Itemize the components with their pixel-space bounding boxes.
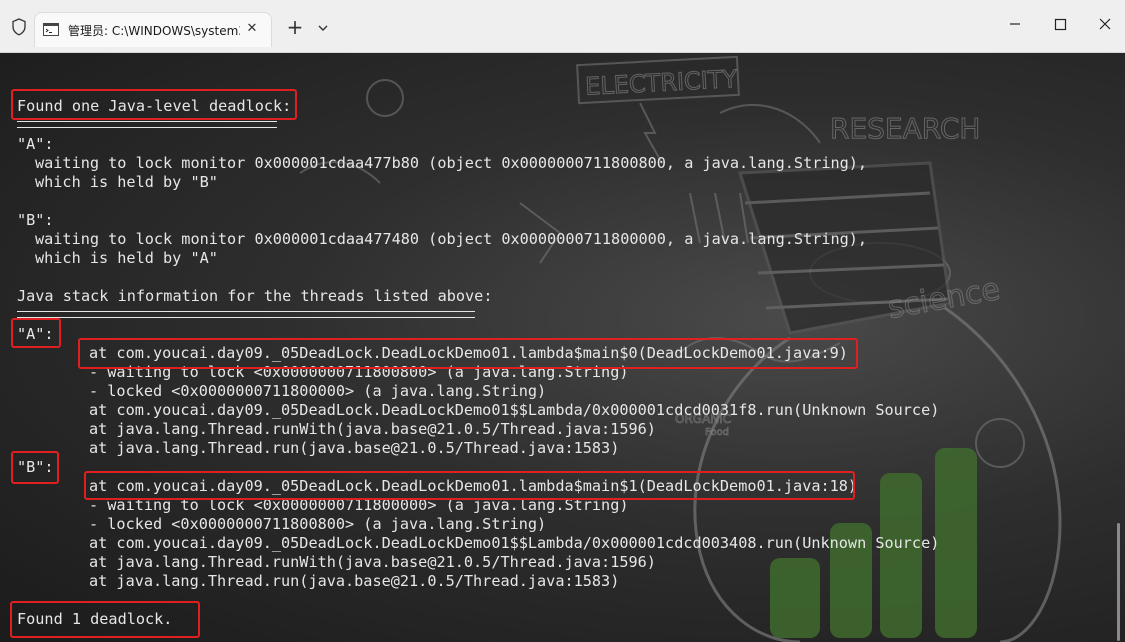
maximize-button[interactable] (1040, 10, 1080, 40)
stack-b-frame-4: at java.lang.Thread.run(java.base@21.0.5… (89, 572, 620, 590)
tab-terminal[interactable]: 管理员: C:\WINDOWS\system32 ✕ (34, 12, 272, 47)
thread-b-waiting: waiting to lock monitor 0x000001cdaa4774… (35, 230, 868, 248)
thread-b-held-by: which is held by "A" (35, 249, 218, 267)
highlight-thread-a (11, 318, 61, 348)
bg-word-food: Food (705, 427, 729, 438)
bg-word-research: RESEARCH (830, 112, 980, 145)
stack-header-underline (17, 311, 475, 318)
header-underline (17, 121, 277, 128)
highlight-deadlock-count (10, 601, 200, 638)
terminal-output[interactable]: ELECTRICITY RESEARCH science ORGANIC Foo… (0, 53, 1125, 642)
thread-a-held-by: which is held by "B" (35, 173, 218, 191)
stack-b-frame-3: at java.lang.Thread.runWith(java.base@21… (89, 553, 656, 571)
tab-title: 管理员: C:\WINDOWS\system32 (68, 24, 240, 38)
new-tab-button[interactable]: + (284, 16, 306, 38)
console-icon (43, 23, 59, 36)
close-window-button[interactable] (1085, 10, 1125, 40)
tab-close-button[interactable]: ✕ (242, 19, 262, 39)
shield-icon[interactable] (9, 17, 29, 37)
stack-a-frame-3: at java.lang.Thread.runWith(java.base@21… (89, 420, 656, 438)
scrollbar[interactable] (1117, 523, 1120, 641)
thread-a-label: "A": (17, 135, 54, 153)
stack-a-frame-4: at java.lang.Thread.run(java.base@21.0.5… (89, 439, 620, 457)
minimize-button[interactable] (995, 10, 1035, 40)
highlight-thread-a-frame (78, 338, 858, 369)
stack-b-locked: - locked <0x0000000711800800> (a java.la… (89, 515, 547, 533)
chevron-down-icon[interactable] (313, 18, 333, 38)
stack-info-header: Java stack information for the threads l… (17, 287, 493, 305)
highlight-deadlock-header (11, 89, 297, 120)
thread-b-label: "B": (17, 211, 54, 229)
stack-a-locked: - locked <0x0000000711800000> (a java.la… (89, 382, 547, 400)
highlight-thread-b-frame (84, 471, 855, 500)
thread-a-waiting: waiting to lock monitor 0x000001cdaa477b… (35, 154, 868, 172)
stack-a-frame-2: at com.youcai.day09._05DeadLock.DeadLock… (89, 401, 940, 419)
title-bar: 管理员: C:\WINDOWS\system32 ✕ + (0, 0, 1125, 53)
stack-b-frame-2: at com.youcai.day09._05DeadLock.DeadLock… (89, 534, 940, 552)
highlight-thread-b (11, 451, 59, 484)
